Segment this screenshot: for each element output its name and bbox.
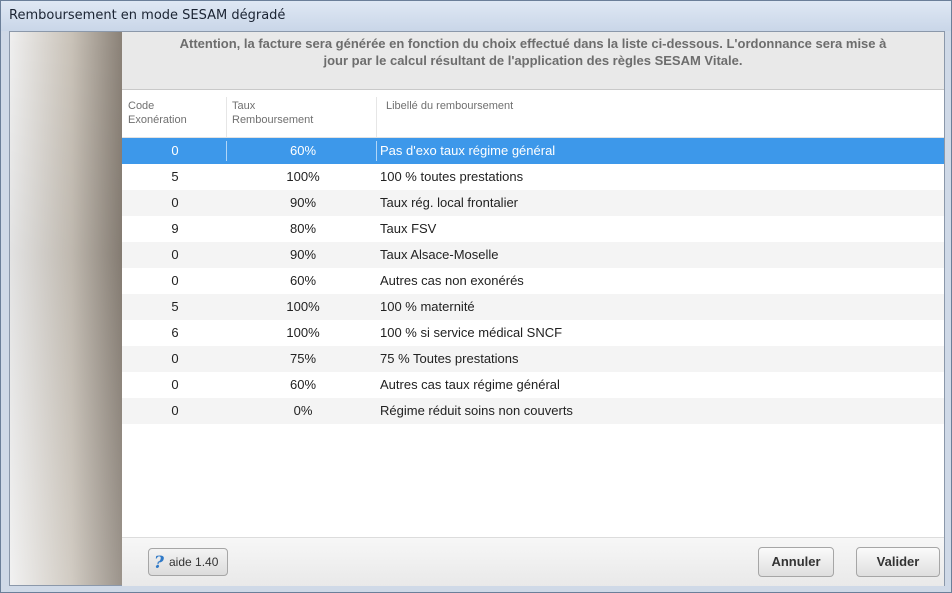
- column-divider[interactable]: [226, 97, 227, 137]
- table-row[interactable]: 0 60% Autres cas non exonérés: [122, 268, 944, 294]
- dialog-body: Attention, la facture sera générée en fo…: [9, 31, 945, 586]
- window-title: Remboursement en mode SESAM dégradé: [9, 8, 286, 23]
- cancel-button[interactable]: Annuler: [758, 547, 834, 577]
- cell-code: 0: [171, 377, 179, 392]
- cell-rate: 60%: [289, 273, 317, 288]
- cell-rate: 100%: [286, 325, 320, 340]
- help-button[interactable]: ? aide 1.40: [148, 548, 228, 576]
- cell-label: Taux Alsace-Moselle: [380, 247, 499, 262]
- question-mark-icon: ?: [154, 553, 164, 573]
- column-separator: [376, 141, 377, 161]
- table-row[interactable]: 0 60% Pas d'exo taux régime général: [122, 138, 944, 164]
- main-panel: Attention, la facture sera générée en fo…: [122, 32, 944, 586]
- reimbursement-list: 0 60% Pas d'exo taux régime général 5 100% 10…: [122, 138, 944, 424]
- cell-label: 100 % si service médical SNCF: [380, 325, 563, 340]
- table-row[interactable]: 9 80% Taux FSV: [122, 216, 944, 242]
- cell-code: 5: [171, 299, 179, 314]
- column-separator: [226, 141, 227, 161]
- cell-rate: 0%: [293, 403, 313, 418]
- help-button-label: aide 1.40: [169, 555, 219, 569]
- cell-rate: 60%: [289, 143, 317, 158]
- cell-code: 0: [171, 247, 179, 262]
- cell-code: 0: [171, 403, 179, 418]
- cell-label: Taux rég. local frontalier: [380, 195, 519, 210]
- notice-line-2: jour par le calcul résultant de l'applic…: [323, 53, 743, 68]
- cell-label: Régime réduit soins non couverts: [380, 403, 573, 418]
- cell-code: 5: [171, 169, 179, 184]
- sidebar-decoration: [10, 32, 122, 585]
- cell-code: 0: [171, 273, 179, 288]
- column-header-rate[interactable]: Taux Remboursement: [232, 99, 362, 127]
- table-row[interactable]: 0 0% Régime réduit soins non couverts: [122, 398, 944, 424]
- column-divider[interactable]: [376, 97, 377, 137]
- cell-label: Pas d'exo taux régime général: [380, 143, 556, 158]
- column-header-label[interactable]: Libellé du remboursement: [386, 99, 786, 113]
- table-row[interactable]: 0 90% Taux rég. local frontalier: [122, 190, 944, 216]
- cell-label: Autres cas taux régime général: [380, 377, 560, 392]
- cell-rate: 75%: [289, 351, 317, 366]
- cell-rate: 60%: [289, 377, 317, 392]
- cell-rate: 90%: [289, 247, 317, 262]
- table-row[interactable]: 0 75% 75 % Toutes prestations: [122, 346, 944, 372]
- cell-rate: 100%: [286, 169, 320, 184]
- notice-line-1: Attention, la facture sera générée en fo…: [179, 36, 887, 51]
- table-row[interactable]: 5 100% 100 % maternité: [122, 294, 944, 320]
- cell-rate: 80%: [289, 221, 317, 236]
- cell-label: 75 % Toutes prestations: [380, 351, 519, 366]
- cell-rate: 100%: [286, 299, 320, 314]
- cell-label: Taux FSV: [380, 221, 437, 236]
- table-row[interactable]: 6 100% 100 % si service médical SNCF: [122, 320, 944, 346]
- warning-notice: Attention, la facture sera générée en fo…: [122, 32, 944, 90]
- dialog-footer: ? aide 1.40 Annuler Valider: [122, 537, 944, 586]
- table-row[interactable]: 0 90% Taux Alsace-Moselle: [122, 242, 944, 268]
- cell-label: 100 % toutes prestations: [380, 169, 524, 184]
- title-bar[interactable]: Remboursement en mode SESAM dégradé: [1, 1, 951, 31]
- cell-code: 6: [171, 325, 179, 340]
- cell-code: 0: [171, 143, 179, 158]
- table-header: Code Exonération Taux Remboursement Libe…: [122, 97, 944, 138]
- cell-label: 100 % maternité: [380, 299, 475, 314]
- cell-code: 0: [171, 351, 179, 366]
- column-header-code[interactable]: Code Exonération: [128, 99, 228, 127]
- cell-code: 0: [171, 195, 179, 210]
- cell-code: 9: [171, 221, 179, 236]
- table-row[interactable]: 0 60% Autres cas taux régime général: [122, 372, 944, 398]
- table-row[interactable]: 5 100% 100 % toutes prestations: [122, 164, 944, 190]
- cell-rate: 90%: [289, 195, 317, 210]
- cell-label: Autres cas non exonérés: [380, 273, 524, 288]
- validate-button[interactable]: Valider: [856, 547, 940, 577]
- dialog-window: Remboursement en mode SESAM dégradé Atte…: [0, 0, 952, 593]
